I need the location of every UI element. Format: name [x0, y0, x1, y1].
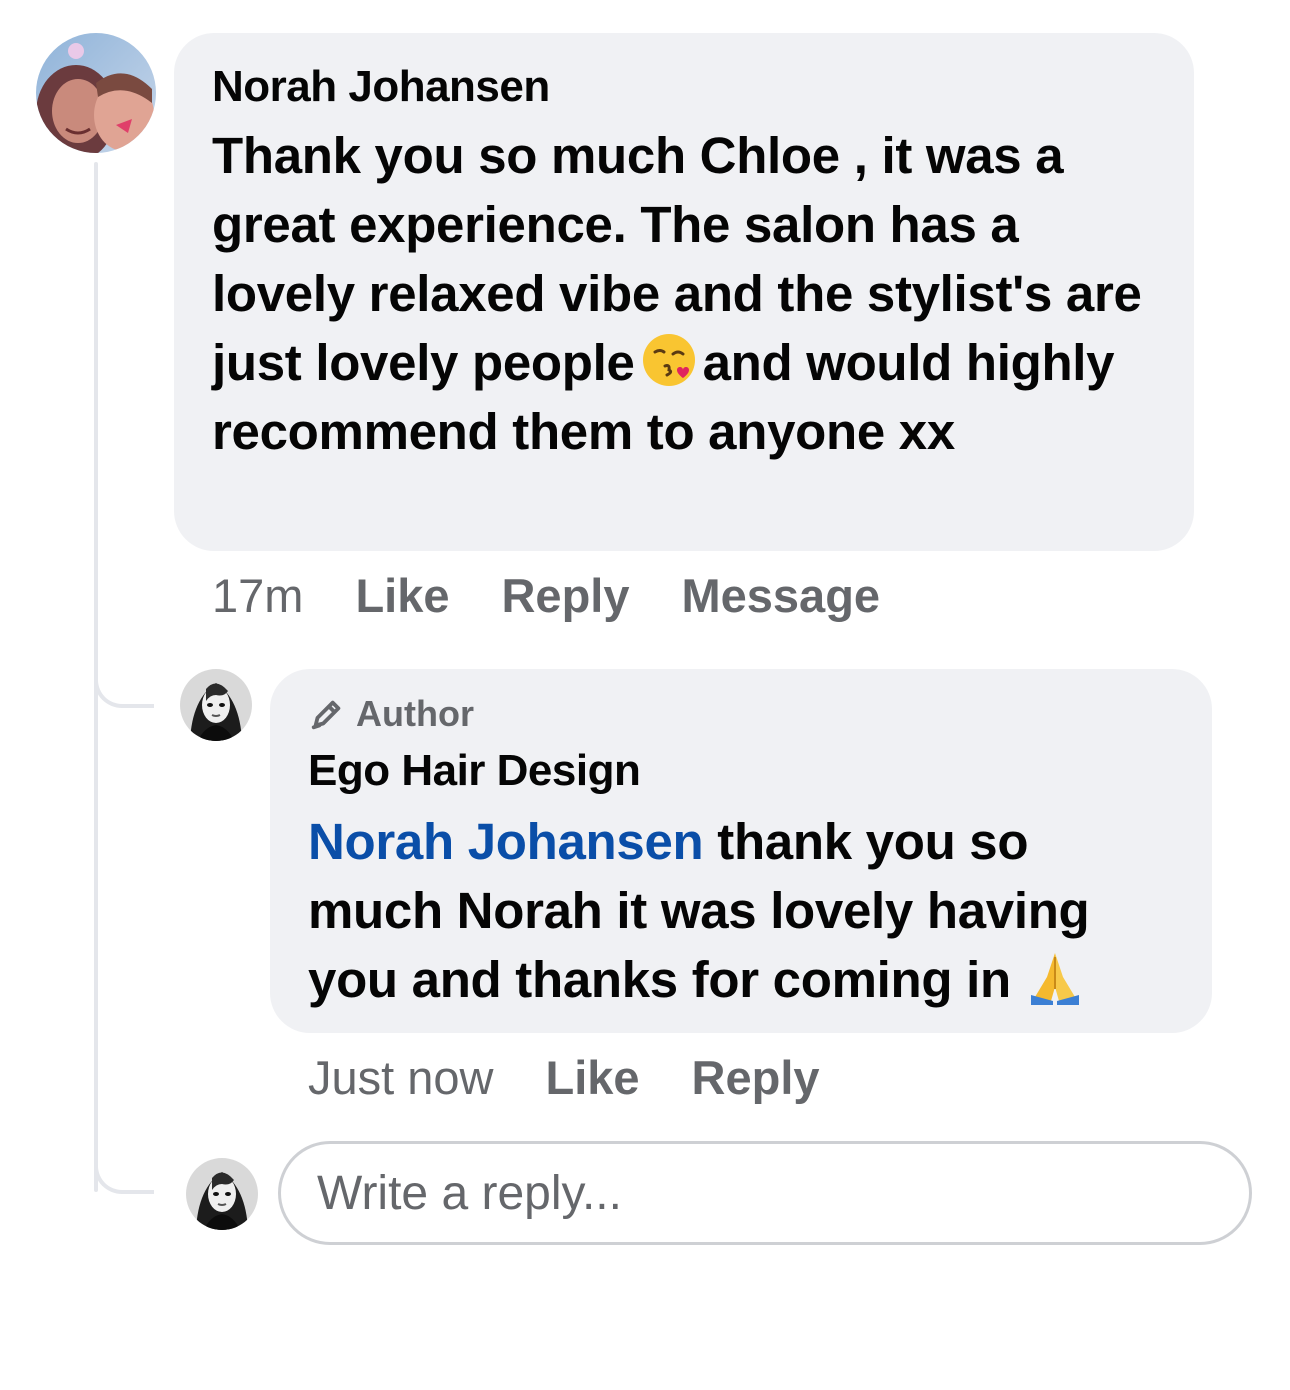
reply-like-button[interactable]: Like — [545, 1050, 639, 1105]
comment-reply-button[interactable]: Reply — [501, 568, 629, 623]
comment-like-button[interactable]: Like — [355, 568, 449, 623]
reply-input[interactable]: Write a reply... — [278, 1141, 1252, 1245]
comment-actions: 17m Like Reply Message — [212, 568, 880, 623]
author-badge: Author — [308, 691, 1176, 737]
comment-author-name[interactable]: Norah Johansen — [212, 59, 1158, 115]
reply-reply-button[interactable]: Reply — [692, 1050, 820, 1105]
comment-timestamp[interactable]: 17m — [212, 568, 303, 623]
reply-timestamp[interactable]: Just now — [308, 1050, 493, 1105]
reply-bubble: Author Ego Hair Design Norah Johansen th… — [270, 669, 1212, 1033]
composer-avatar[interactable] — [186, 1158, 258, 1230]
reply-text: Norah Johansen thank you so much Norah i… — [308, 807, 1176, 1014]
avatar-norah[interactable] — [36, 33, 156, 153]
author-badge-label: Author — [356, 693, 474, 734]
reply-author-name[interactable]: Ego Hair Design — [308, 743, 1176, 799]
reply-mention-link[interactable]: Norah Johansen — [308, 813, 704, 870]
comment-message-button[interactable]: Message — [681, 568, 880, 623]
thread-branch-reply — [94, 676, 154, 708]
kissing-face-emoji-icon — [639, 330, 699, 390]
avatar-ego-hair-design[interactable] — [180, 669, 252, 741]
reply-actions: Just now Like Reply — [308, 1050, 820, 1105]
comment-bubble: Norah Johansen Thank you so much Chloe ,… — [174, 33, 1194, 551]
folded-hands-emoji-icon — [1025, 947, 1085, 1007]
thread-branch-composer — [94, 1162, 154, 1194]
reply-input-placeholder: Write a reply... — [317, 1166, 622, 1220]
pen-icon — [311, 700, 341, 730]
comment-text: Thank you so much Chloe , it was a great… — [212, 121, 1158, 466]
